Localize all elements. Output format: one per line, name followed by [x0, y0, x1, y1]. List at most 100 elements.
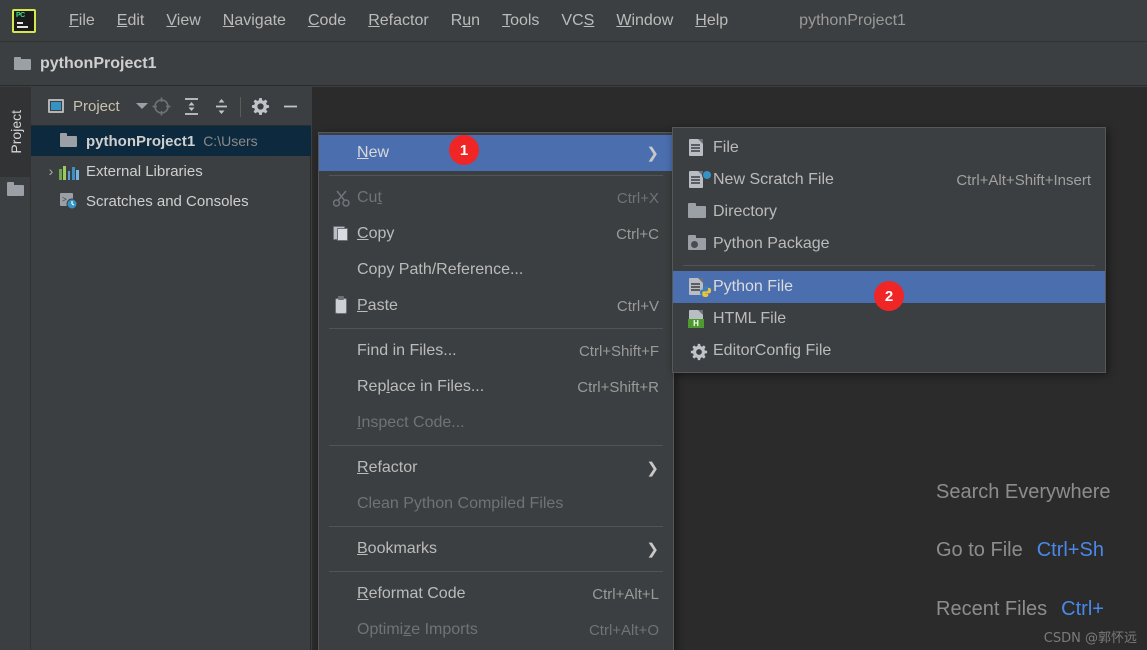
project-panel-header: Project	[31, 87, 311, 126]
menubar-item-label: Window	[616, 11, 674, 29]
menu-item-label: Clean Python Compiled Files	[357, 495, 564, 512]
menubar-item-label: Tools	[502, 11, 540, 29]
submenu-item-label: Python Package	[713, 235, 830, 252]
library-icon	[59, 162, 79, 180]
menu-item-label: Replace in Files...	[357, 378, 485, 395]
chevron-right-icon: ❯	[646, 540, 659, 558]
toolbar-divider	[240, 96, 241, 117]
tree-expand-arrow[interactable]: ›	[43, 163, 59, 179]
context-menu-item-copy-path-reference[interactable]: Copy Path/Reference...	[319, 252, 673, 288]
left-tool-strip: Project	[0, 87, 31, 650]
tree-row[interactable]: >_ Scratches and Consoles	[31, 186, 311, 216]
menubar-item-navigate[interactable]: Navigate	[212, 9, 297, 33]
file-icon	[685, 138, 713, 158]
menu-item-shortcut: Ctrl+Alt+L	[592, 585, 659, 603]
chevron-right-icon: ❯	[646, 459, 659, 477]
menu-separator	[329, 328, 663, 329]
menu-separator	[329, 445, 663, 446]
project-tool-window: Project pythonProject1 C:\Users › Extern…	[31, 87, 311, 650]
editor-hint-action: Go to File	[936, 539, 1023, 561]
context-menu-item-refactor[interactable]: Refactor ❯	[319, 450, 673, 486]
menu-item-shortcut: Ctrl+V	[616, 297, 659, 315]
menu-item-label: Reformat Code	[357, 585, 466, 602]
expand-all-icon[interactable]	[176, 87, 206, 126]
menu-item-shortcut: Ctrl+Alt+O	[588, 621, 659, 639]
pycharm-window: PC File Edit View Navigate Code Refactor Run To…	[0, 0, 1147, 650]
menubar-item-file[interactable]: File	[58, 9, 106, 33]
submenu-item-label: New Scratch File	[713, 171, 834, 188]
editor-hint-row: Go to File Ctrl+Sh	[936, 539, 1104, 562]
submenu-item-file[interactable]: File	[673, 132, 1105, 164]
menu-item-shortcut: Ctrl+Shift+R	[577, 378, 659, 396]
pycharm-logo-icon: PC	[12, 8, 36, 33]
tool-window-tab-project[interactable]: Project	[0, 87, 31, 177]
scratch-file-icon	[685, 170, 713, 190]
cut-icon	[329, 188, 357, 208]
context-menu-item-inspect-code: Inspect Code...	[319, 405, 673, 441]
select-opened-file-icon[interactable]	[146, 87, 176, 126]
context-menu-item-paste[interactable]: Paste Ctrl+V	[319, 288, 673, 324]
editor-hint-shortcut: Ctrl+Sh	[1036, 539, 1104, 561]
folder-icon	[14, 57, 31, 70]
menubar-item-label: Code	[307, 11, 347, 29]
hide-panel-icon[interactable]	[275, 87, 305, 126]
editor-hint-row: Recent Files Ctrl+	[936, 598, 1104, 621]
submenu-item-editorconfig-file[interactable]: EditorConfig File	[673, 335, 1105, 367]
menubar-item-label: Help	[695, 11, 729, 29]
context-menu-item-replace-in-files[interactable]: Replace in Files... Ctrl+Shift+R	[319, 369, 673, 405]
context-menu-item-reformat-code[interactable]: Reformat Code Ctrl+Alt+L	[319, 576, 673, 612]
menu-item-label: Optimize Imports	[357, 621, 478, 638]
context-menu-item-bookmarks[interactable]: Bookmarks ❯	[319, 531, 673, 567]
tree-row-label: pythonProject1	[86, 132, 196, 150]
menu-item-label: Copy Path/Reference...	[357, 261, 524, 278]
menubar-item-label: Edit	[116, 11, 145, 29]
window-title: pythonProject1	[799, 11, 906, 29]
folder-icon[interactable]	[7, 182, 24, 196]
menubar-item-edit[interactable]: Edit	[106, 9, 156, 33]
tree-row-path: C:\Users	[203, 133, 258, 149]
menu-separator	[329, 571, 663, 572]
context-menu-item-find-in-files[interactable]: Find in Files... Ctrl+Shift+F	[319, 333, 673, 369]
tool-window-tab-label: Project	[7, 110, 24, 154]
menubar-item-vcs[interactable]: VCS	[550, 9, 605, 33]
menubar-item-help[interactable]: Help	[684, 9, 739, 33]
context-menu-item-new[interactable]: New ❯	[319, 135, 673, 171]
submenu-item-label: HTML File	[713, 310, 787, 327]
settings-gear-icon[interactable]	[245, 87, 275, 126]
tree-row[interactable]: pythonProject1 C:\Users	[31, 126, 311, 156]
menu-separator	[683, 265, 1095, 266]
menubar-item-label: File	[69, 11, 95, 29]
watermark: CSDN @郭怀远	[1043, 631, 1137, 646]
menubar-item-run[interactable]: Run	[440, 9, 491, 33]
context-menu-item-optimize-imports: Optimize Imports Ctrl+Alt+O	[319, 612, 673, 648]
editor-hint-action: Search Everywhere	[936, 481, 1111, 503]
tree-row[interactable]: › External Libraries	[31, 156, 311, 186]
menubar-item-label: Navigate	[222, 11, 286, 29]
context-menu-item-copy[interactable]: Copy Ctrl+C	[319, 216, 673, 252]
menu-bar: PC File Edit View Navigate Code Refactor Run To…	[0, 0, 1147, 42]
new-submenu: File New Scratch File Ctrl+Alt+Shift+Inser…	[672, 127, 1106, 373]
menubar-item-code[interactable]: Code	[297, 9, 357, 33]
submenu-item-python-package[interactable]: Python Package	[673, 228, 1105, 260]
editor-hint-row: Search Everywhere	[936, 481, 1111, 504]
directory-icon	[685, 202, 713, 222]
menu-item-label: Bookmarks	[357, 540, 438, 557]
menu-item-label: Refactor	[357, 459, 418, 476]
context-menu-item-clean-python-compiled-files: Clean Python Compiled Files	[319, 486, 673, 522]
context-menu-item-cut: Cut Ctrl+X	[319, 180, 673, 216]
chevron-right-icon: ❯	[646, 144, 659, 162]
menu-item-label: Cut	[357, 189, 382, 206]
submenu-item-directory[interactable]: Directory	[673, 196, 1105, 228]
menu-item-label: Find in Files...	[357, 342, 457, 359]
menubar-item-refactor[interactable]: Refactor	[357, 9, 439, 33]
collapse-all-icon[interactable]	[206, 87, 236, 126]
menubar-item-view[interactable]: View	[155, 9, 211, 33]
python-package-icon	[685, 234, 713, 254]
html-file-icon: H	[685, 309, 713, 329]
project-panel-toolbar	[146, 87, 305, 126]
menubar-item-tools[interactable]: Tools	[491, 9, 550, 33]
tree-row-label: Scratches and Consoles	[86, 192, 249, 210]
menu-separator	[329, 175, 663, 176]
menubar-item-window[interactable]: Window	[605, 9, 684, 33]
submenu-item-new-scratch-file[interactable]: New Scratch File Ctrl+Alt+Shift+Insert	[673, 164, 1105, 196]
